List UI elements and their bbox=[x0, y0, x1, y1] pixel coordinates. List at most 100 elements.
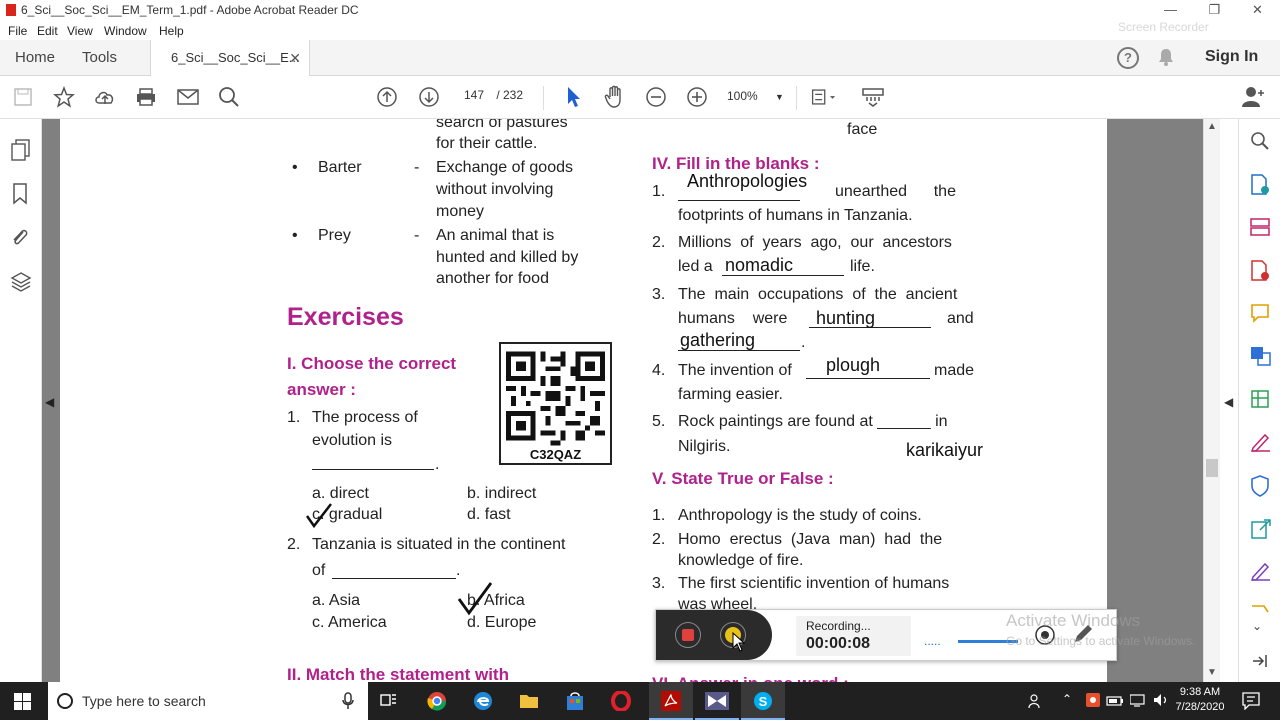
system-clock[interactable]: 9:38 AM 7/28/2020 bbox=[1170, 685, 1230, 715]
attachment-icon[interactable] bbox=[11, 226, 29, 253]
handwritten-answer: hunting bbox=[816, 308, 876, 328]
scroll-up-icon[interactable]: ▲ bbox=[1207, 121, 1217, 132]
comment-icon[interactable] bbox=[1250, 303, 1270, 328]
windows-start-icon[interactable] bbox=[14, 693, 31, 715]
layers-icon[interactable] bbox=[10, 271, 32, 298]
question-text: humans were bbox=[678, 310, 788, 327]
send-for-signature-icon[interactable] bbox=[1250, 518, 1272, 545]
show-hidden-icons-chevron-icon[interactable]: ⌃ bbox=[1062, 692, 1072, 706]
question-number: 3. bbox=[652, 286, 666, 303]
question-text: and bbox=[947, 310, 974, 327]
sign-pen-icon[interactable] bbox=[1250, 561, 1272, 586]
menu-bar: File Edit View Window Help bbox=[0, 21, 1280, 40]
page-thumbnails-icon[interactable] bbox=[11, 139, 31, 166]
share-user-icon[interactable] bbox=[1240, 84, 1266, 110]
close-tab-icon[interactable]: ✕ bbox=[289, 40, 301, 76]
question-number: 3. bbox=[652, 575, 666, 592]
chrome-icon[interactable] bbox=[427, 691, 447, 716]
scrollbar-thumb[interactable] bbox=[1206, 459, 1218, 477]
protect-shield-icon[interactable] bbox=[1251, 475, 1269, 502]
question-text: made bbox=[934, 362, 975, 379]
bookmark-icon[interactable] bbox=[12, 183, 28, 210]
zoom-select[interactable]: 100% ▼ bbox=[727, 89, 784, 103]
tab-tools[interactable]: Tools bbox=[82, 40, 117, 76]
video-app-taskbar-button[interactable] bbox=[695, 682, 739, 720]
keyboard-icon[interactable] bbox=[860, 84, 886, 110]
audio-level-dots: ..... bbox=[924, 634, 941, 648]
glossary-def: without involving bbox=[436, 181, 554, 198]
question-number: 2. bbox=[652, 531, 666, 548]
question-text: The process of bbox=[312, 409, 418, 426]
zoom-in-icon[interactable] bbox=[684, 84, 710, 110]
network-icon[interactable] bbox=[1129, 693, 1146, 712]
taskbar-search[interactable]: Type here to search bbox=[48, 682, 368, 720]
file-explorer-icon[interactable] bbox=[519, 692, 539, 715]
print-icon[interactable] bbox=[133, 84, 159, 110]
help-icon[interactable]: ? bbox=[1117, 47, 1139, 69]
recorder-tray-icon[interactable] bbox=[1086, 693, 1100, 712]
menu-window[interactable]: Window bbox=[104, 24, 147, 38]
minimize-button[interactable]: — bbox=[1148, 0, 1193, 21]
star-icon[interactable] bbox=[51, 84, 77, 110]
opera-icon[interactable] bbox=[611, 690, 631, 716]
search-icon[interactable] bbox=[216, 84, 242, 110]
collapse-left-panel-icon[interactable]: ◀ bbox=[45, 395, 54, 409]
menu-edit[interactable]: Edit bbox=[37, 24, 58, 38]
combine-files-icon[interactable] bbox=[1250, 346, 1272, 371]
next-page-icon[interactable] bbox=[416, 84, 442, 110]
stop-icon bbox=[682, 629, 694, 641]
menu-file[interactable]: File bbox=[8, 24, 27, 38]
collapse-tools-icon[interactable]: ◀ bbox=[1224, 395, 1233, 409]
handwritten-answer: plough bbox=[826, 355, 881, 375]
edge-icon[interactable] bbox=[473, 691, 493, 716]
task-view-icon[interactable] bbox=[380, 692, 398, 715]
scroll-tools-down-icon[interactable]: ⌄ bbox=[1252, 619, 1262, 633]
handwritten-answer: Anthropologies bbox=[687, 171, 808, 191]
menu-help[interactable]: Help bbox=[159, 24, 184, 38]
save-icon[interactable] bbox=[10, 84, 36, 110]
collapse-pane-icon[interactable] bbox=[1252, 653, 1268, 674]
fill-sign-icon[interactable] bbox=[1250, 432, 1272, 457]
edit-pdf-icon[interactable] bbox=[1250, 389, 1270, 414]
skype-taskbar-button[interactable]: S bbox=[741, 682, 785, 720]
volume-icon[interactable] bbox=[1153, 693, 1169, 712]
document-viewport[interactable]: ◀ search of pastures for their cattle. •… bbox=[42, 119, 1203, 682]
menu-view[interactable]: View bbox=[67, 24, 93, 38]
zoom-search-icon[interactable] bbox=[1250, 131, 1270, 156]
cloud-upload-icon[interactable] bbox=[92, 84, 118, 110]
bell-icon[interactable] bbox=[1158, 48, 1174, 66]
previous-page-icon[interactable] bbox=[374, 84, 400, 110]
select-cursor-icon[interactable] bbox=[561, 84, 587, 110]
text-fragment: search of pastures bbox=[436, 119, 568, 131]
page-number-input[interactable]: 147 bbox=[455, 88, 493, 102]
page-total: / 232 bbox=[496, 88, 524, 102]
maximize-button[interactable]: ❐ bbox=[1192, 0, 1237, 21]
export-pdf-icon[interactable] bbox=[1250, 260, 1270, 287]
create-pdf-icon[interactable] bbox=[1250, 174, 1270, 201]
action-center-icon[interactable] bbox=[1242, 692, 1260, 715]
vertical-scrollbar[interactable]: ▲ ▼ bbox=[1203, 119, 1220, 682]
organize-pages-icon[interactable] bbox=[1250, 217, 1270, 242]
tab-document[interactable]: 6_Sci__Soc_Sci__E... ✕ bbox=[150, 40, 310, 77]
close-window-button[interactable]: ✕ bbox=[1235, 0, 1280, 21]
stop-record-button[interactable] bbox=[675, 622, 701, 648]
section-heading: answer : bbox=[287, 380, 356, 399]
microphone-icon[interactable] bbox=[342, 692, 354, 710]
tab-home[interactable]: Home bbox=[15, 40, 55, 76]
email-icon[interactable] bbox=[175, 84, 201, 110]
glossary-def: another for food bbox=[436, 270, 549, 287]
battery-icon[interactable] bbox=[1106, 694, 1124, 712]
question-text: of bbox=[312, 562, 326, 579]
hand-tool-icon[interactable] bbox=[602, 84, 628, 110]
fit-page-icon[interactable] bbox=[810, 84, 836, 110]
activate-windows-title: Activate Windows bbox=[1006, 611, 1141, 630]
question-number: 1. bbox=[652, 183, 666, 200]
search-circle-icon bbox=[57, 693, 73, 709]
people-icon[interactable] bbox=[1028, 693, 1044, 714]
zoom-out-icon[interactable] bbox=[643, 84, 669, 110]
scroll-down-icon[interactable]: ▼ bbox=[1207, 667, 1217, 678]
sign-in-link[interactable]: Sign In bbox=[1205, 48, 1258, 66]
exercises-heading: Exercises bbox=[287, 303, 404, 331]
acrobat-taskbar-button[interactable] bbox=[649, 682, 693, 720]
store-icon[interactable] bbox=[565, 691, 585, 716]
